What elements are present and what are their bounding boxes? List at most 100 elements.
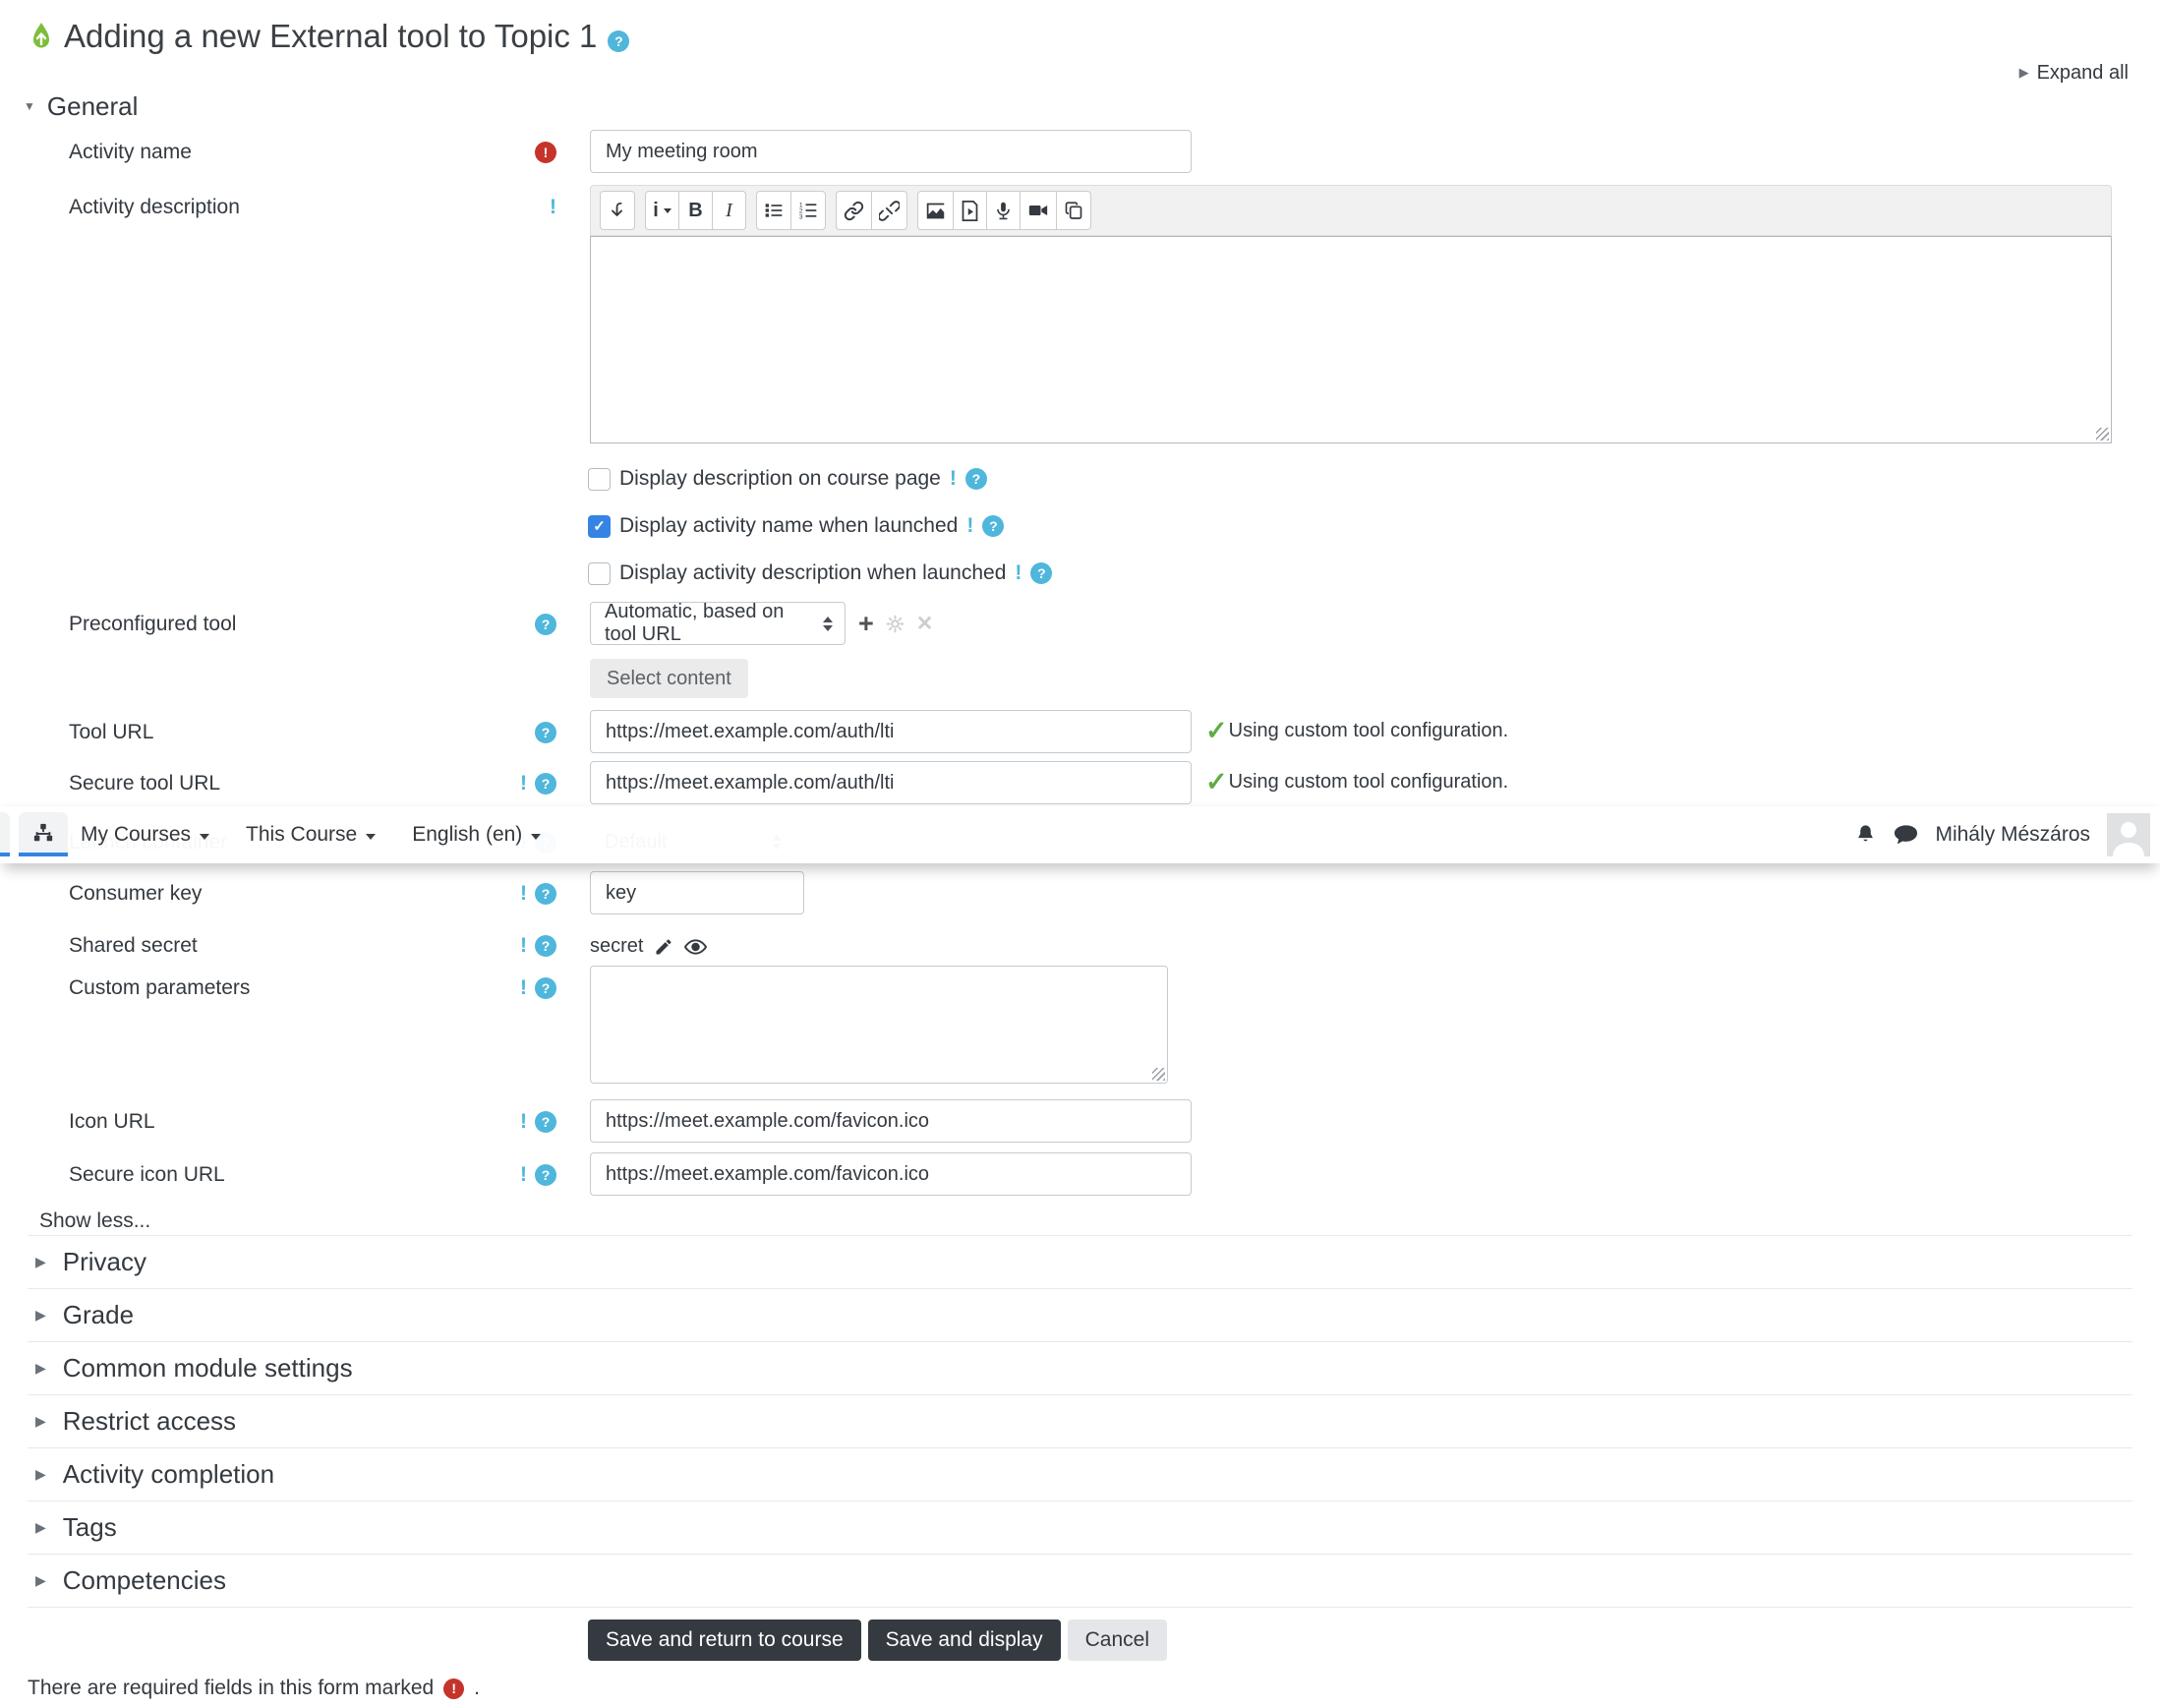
checkbox[interactable] (588, 561, 611, 585)
display-options: Display description on course page ! ? ✓… (0, 464, 2160, 588)
manage-files-icon[interactable] (1056, 191, 1091, 230)
display-option-row: ✓ Display activity name when launched ! … (588, 511, 2160, 541)
styles-icon[interactable]: i (645, 191, 679, 230)
italic-icon[interactable]: I (712, 191, 746, 230)
help-icon[interactable]: ? (982, 515, 1005, 537)
section-header[interactable]: ▶ Tags (28, 1502, 2132, 1555)
bold-icon[interactable]: B (678, 191, 713, 230)
collapsed-triangle-icon: ▶ (35, 1307, 46, 1323)
preconfigured-tool-select[interactable]: Automatic, based on tool URL (590, 601, 846, 645)
section-general[interactable]: ▼ General (24, 90, 2160, 122)
display-option-row: Display description on course page ! ? (588, 464, 2160, 494)
secure-tool-url-label: Secure tool URL (69, 772, 221, 795)
help-icon[interactable]: ? (535, 1164, 556, 1186)
activity-name-input[interactable] (590, 130, 1192, 173)
chat-icon[interactable] (1894, 824, 1918, 846)
nav-menu-item[interactable]: English (en) (412, 823, 542, 847)
nav-menu-item[interactable]: This Course (246, 823, 377, 847)
checkbox-label: Display activity description when launch… (619, 561, 1007, 584)
collapsed-triangle-icon: ▶ (35, 1254, 46, 1269)
section-header[interactable]: ▶ Restrict access (28, 1395, 2132, 1448)
preconfigured-tool-row: Preconfigured tool ? Automatic, based on… (0, 601, 2160, 645)
record-video-icon[interactable] (1020, 191, 1057, 230)
section-header[interactable]: ▶ Grade (28, 1289, 2132, 1342)
help-icon[interactable]: ? (535, 977, 556, 999)
section-header[interactable]: ▶ Activity completion (28, 1448, 2132, 1502)
collapsed-triangle-icon: ▶ (35, 1466, 46, 1482)
help-icon[interactable]: ? (535, 935, 556, 957)
avatar[interactable] (2107, 813, 2150, 856)
record-audio-icon[interactable] (986, 191, 1021, 230)
help-icon[interactable]: ? (535, 722, 556, 743)
resize-handle[interactable] (2096, 428, 2109, 441)
select-arrows-icon (823, 616, 833, 631)
shared-secret-value: secret (590, 935, 644, 957)
edit-pencil-icon[interactable] (654, 937, 673, 957)
required-icon: ! (443, 1678, 465, 1699)
ordered-list-icon[interactable]: 1 2 3 (790, 191, 826, 230)
unordered-list-icon[interactable] (756, 191, 791, 230)
help-icon[interactable]: ? (964, 468, 987, 490)
icon-url-row: Icon URL ! ? (0, 1099, 2160, 1143)
delete-tool-icon[interactable]: ✕ (916, 612, 934, 636)
activity-description-row: Activity description ! i B I 1 2 3 (0, 185, 2160, 443)
tool-url-status: ✓ Using custom tool configuration. (1205, 716, 1509, 745)
media-icon[interactable] (953, 191, 987, 230)
icon-url-input[interactable] (590, 1099, 1192, 1143)
help-icon[interactable]: ? (535, 773, 556, 795)
bell-icon[interactable] (1854, 823, 1877, 847)
svg-text:3: 3 (799, 213, 803, 220)
editor-content-area[interactable] (590, 236, 2112, 443)
navbar-user-area: Mihály Mészáros (1854, 813, 2160, 856)
tool-url-label: Tool URL (69, 721, 154, 743)
preconfigured-tool-label: Preconfigured tool (69, 613, 237, 635)
nav-menu-item[interactable]: My Courses (81, 823, 210, 847)
image-icon[interactable] (917, 191, 954, 230)
consumer-key-input[interactable] (590, 871, 804, 914)
help-icon[interactable]: ? (608, 30, 630, 52)
checkbox[interactable] (588, 467, 611, 491)
tool-url-input[interactable] (590, 710, 1192, 753)
help-icon[interactable]: ? (535, 1111, 556, 1133)
show-less-link[interactable]: Show less... (39, 1209, 2160, 1235)
page-header: Adding a new External tool to Topic 1 ? … (0, 0, 2160, 87)
secure-icon-url-input[interactable] (590, 1152, 1192, 1196)
resize-handle[interactable] (1152, 1068, 1165, 1081)
shared-secret-label: Shared secret (69, 934, 198, 957)
save-and-display-button[interactable]: Save and display (867, 1620, 1061, 1661)
collapsed-triangle-icon: ▶ (2018, 65, 2029, 80)
section-header[interactable]: ▶ Privacy (28, 1236, 2132, 1289)
success-check-icon: ✓ (1205, 767, 1228, 796)
save-and-return-button[interactable]: Save and return to course (588, 1620, 861, 1661)
section-header[interactable]: ▶ Common module settings (28, 1342, 2132, 1395)
collapsed-sections: ▶ Privacy ▶ Grade ▶ Common module settin… (28, 1235, 2132, 1608)
help-icon[interactable]: ? (535, 883, 556, 905)
activity-name-row: Activity name ! (0, 130, 2160, 173)
important-icon: ! (520, 772, 527, 795)
secure-icon-url-row: Secure icon URL ! ? (0, 1152, 2160, 1196)
eye-icon[interactable] (684, 938, 708, 956)
site-home-tab[interactable] (19, 812, 68, 856)
custom-parameters-row: Custom parameters ! ? (0, 966, 2160, 1084)
help-icon[interactable]: ? (535, 614, 556, 635)
user-name[interactable]: Mihály Mészáros (1935, 823, 2090, 847)
section-header[interactable]: ▶ Competencies (28, 1555, 2132, 1608)
icon-url-label: Icon URL (69, 1110, 155, 1133)
collapse-icon[interactable] (600, 191, 635, 230)
checkbox[interactable]: ✓ (588, 514, 611, 538)
add-tool-icon[interactable]: + (858, 611, 874, 637)
checkbox-label: Display description on course page (619, 467, 941, 490)
drawer-tab[interactable] (0, 812, 10, 856)
unlink-icon[interactable] (871, 191, 907, 230)
custom-parameters-textarea[interactable] (590, 966, 1168, 1084)
help-icon[interactable]: ? (1030, 562, 1053, 584)
consumer-key-row: Consumer key ! ? (0, 871, 2160, 914)
important-icon: ! (520, 1110, 527, 1133)
secure-icon-url-label: Secure icon URL (69, 1163, 225, 1186)
expand-all-link[interactable]: Expand all (2037, 62, 2129, 85)
cancel-button[interactable]: Cancel (1067, 1620, 1167, 1661)
gear-icon[interactable] (886, 615, 905, 633)
link-icon[interactable] (836, 191, 872, 230)
select-content-button[interactable]: Select content (590, 659, 748, 698)
secure-tool-url-input[interactable] (590, 761, 1192, 804)
